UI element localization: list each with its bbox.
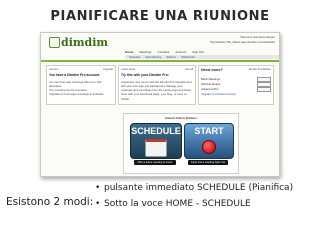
nav-account[interactable]: Account <box>175 50 186 54</box>
news-panel-title: Try this with your Dimdim Pro: <box>121 72 169 77</box>
schedule-caption: Plan a future meeting or event <box>134 160 176 165</box>
edition-panel-header: Dimdim Pro Edition <box>248 68 271 71</box>
upgrade-link[interactable]: Upgrade for unlimited meetings <box>201 93 271 97</box>
account-bullet: You can host web meetings with up to 100… <box>49 79 102 89</box>
nav-sign-out[interactable]: Sign Out <box>192 50 204 54</box>
account-panel-header: Account <box>49 68 59 71</box>
start-button[interactable]: START <box>184 123 234 159</box>
start-caption: Jump into a meeting right now <box>188 160 228 165</box>
ways-item: Sotto la voce HOME - SCHEDULE <box>95 199 293 209</box>
instant-action-title: Instant Action Buttons <box>164 116 198 120</box>
sub-nav: Schedule Start Meeting Webinar Whiteboar… <box>125 55 279 59</box>
dimdim-logo: dimdim <box>49 36 108 49</box>
red-start-icon <box>202 140 216 154</box>
welcome-info: Welcome teamdemotapper Tap Modelli (TE),… <box>210 35 275 44</box>
news-text: Customize new rooms with the Dimdim Pro … <box>121 79 192 101</box>
start-button-label: START <box>194 126 224 136</box>
nav-divider <box>41 60 279 62</box>
nav-meetings[interactable]: Meetings <box>139 50 151 54</box>
instant-action-panel: Instant Action Buttons SCHEDULE START Pl… <box>123 113 239 174</box>
account-line: Tap Modelli (TE), Miseri tapa.dimdim.com… <box>209 39 275 44</box>
subnav-webinar[interactable]: Webinar <box>166 56 176 59</box>
edition-row-bar <box>257 86 271 92</box>
logo-mark-icon <box>49 37 60 48</box>
subnav-whiteboard[interactable]: Whiteboard <box>181 56 195 59</box>
account-panel-title: You have a Dimdim Pro account. <box>49 72 101 77</box>
account-panel: Account Upgrade You have a Dimdim Pro ac… <box>46 65 116 105</box>
news-see-all-link[interactable]: See all <box>185 68 193 72</box>
logo-text: dimdim <box>61 36 109 49</box>
news-panel: Latest News See all Try this with your D… <box>118 65 196 105</box>
subnav-start-meeting[interactable]: Start Meeting <box>145 56 161 59</box>
subnav-schedule[interactable]: Schedule <box>129 56 140 59</box>
ways-item: pulsante immediato SCHEDULE (Pianifica) <box>95 183 293 193</box>
ways-list: pulsante immediato SCHEDULE (Pianifica) … <box>95 183 293 215</box>
account-upgrade-link[interactable]: Upgrade <box>103 68 113 72</box>
schedule-button-label: SCHEDULE <box>131 126 181 136</box>
dimdim-screenshot: dimdim Welcome teamdemotapper Tap Modell… <box>40 32 280 177</box>
edition-row-label: Advanced Pro <box>201 87 219 92</box>
edition-row: Advanced Pro <box>201 86 271 92</box>
news-panel-header: Latest News <box>121 68 136 71</box>
edition-row-label: Basic Meetings <box>201 77 220 82</box>
account-bullet: Upgrade to host larger meetings & webina… <box>49 92 104 97</box>
edition-row-label: Webinar Ready <box>201 82 221 87</box>
edition-panel-title: Need more? <box>201 68 223 72</box>
nav-home[interactable]: Home <box>125 50 133 54</box>
ways-label: Esistono 2 modi: <box>6 196 94 208</box>
calendar-icon <box>145 139 167 157</box>
main-nav: Home Meetings Contacts Account Sign Out <box>125 50 204 54</box>
slide-title: PIANIFICARE UNA RIUNIONE <box>50 9 270 24</box>
edition-panel: Need more? Dimdim Pro Edition Basic Meet… <box>198 65 274 105</box>
nav-contacts[interactable]: Contacts <box>158 50 170 54</box>
schedule-button[interactable]: SCHEDULE <box>130 123 182 159</box>
